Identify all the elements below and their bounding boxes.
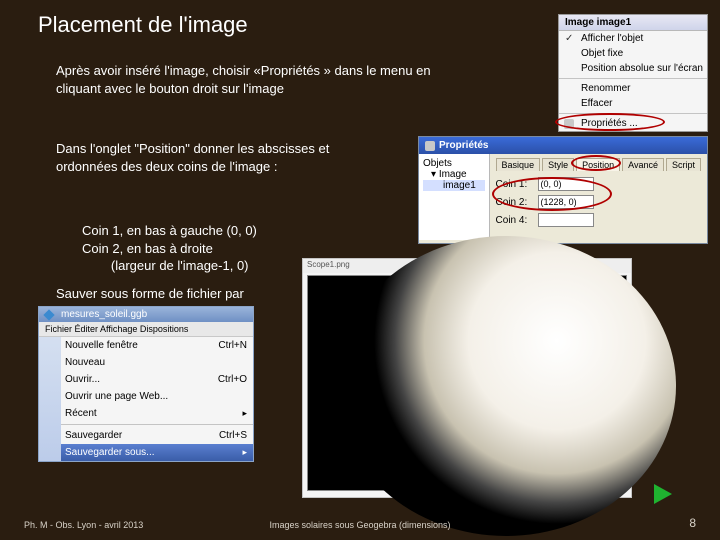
para1-a: Après avoir inséré l'image, choisir « xyxy=(56,63,261,78)
menubar[interactable]: Fichier Éditer Affichage Dispositions xyxy=(39,322,253,337)
gear-icon xyxy=(425,141,435,151)
menu-item-sauvegarder[interactable]: SauvegarderCtrl+S xyxy=(61,427,253,444)
properties-tabs: Basique Style Position Avancé Script xyxy=(496,158,701,171)
paragraph-save: Sauver sous forme de fichier par xyxy=(56,286,244,301)
tab-style[interactable]: Style xyxy=(542,158,574,171)
tab-basique[interactable]: Basique xyxy=(496,158,541,171)
tab-position[interactable]: Position xyxy=(576,158,620,171)
coin4-input[interactable] xyxy=(538,213,594,227)
ctx-item-effacer[interactable]: Effacer xyxy=(559,96,707,111)
paragraph-insert-image: Après avoir inséré l'image, choisir «Pro… xyxy=(56,62,456,97)
file-menu-title: mesures_soleil.ggb xyxy=(39,307,253,322)
footer-title: Images solaires sous Geogebra (dimension… xyxy=(0,520,720,530)
slide-title: Placement de l'image xyxy=(38,12,248,38)
coin2-row: Coin 2: xyxy=(496,195,701,209)
tree-node[interactable]: ▾ Image xyxy=(423,169,485,180)
properties-title-text: Propriétés xyxy=(439,140,488,151)
properties-titlebar: Propriétés xyxy=(419,137,707,154)
ctx-separator xyxy=(559,78,707,79)
para1-key: Propriétés xyxy=(261,63,320,78)
ctx-item-renommer[interactable]: Renommer xyxy=(559,81,707,96)
solar-image-panel: Scope1.png xyxy=(302,258,632,498)
tab-script[interactable]: Script xyxy=(666,158,701,171)
context-menu: Image image1 Afficher l'objet Objet fixe… xyxy=(558,14,708,132)
ctx-item-proprietes[interactable]: Propriétés ... xyxy=(559,116,707,131)
properties-panel: Propriétés Objets ▾ Image image1 Basique… xyxy=(418,136,708,244)
menu-item-ouvrir-web[interactable]: Ouvrir une page Web... xyxy=(61,388,253,405)
page-number: 8 xyxy=(689,516,696,530)
app-icon xyxy=(43,309,54,320)
menu-item-nouveau[interactable]: Nouveau xyxy=(61,354,253,371)
menu-item-recent[interactable]: Récent xyxy=(61,405,253,422)
tree-leaf[interactable]: image1 xyxy=(423,180,485,191)
highlight-circle-icon xyxy=(555,113,665,131)
context-menu-title: Image image1 xyxy=(559,15,707,31)
paragraph-position-tab: Dans l'onglet "Position" donner les absc… xyxy=(56,140,366,175)
tab-avance[interactable]: Avancé xyxy=(622,158,664,171)
object-tree: Objets ▾ Image image1 xyxy=(419,154,490,240)
ctx-item-position-absolue[interactable]: Position absolue sur l'écran xyxy=(559,61,707,76)
highlight-circle-icon xyxy=(571,155,621,171)
ctx-item-objet-fixe[interactable]: Objet fixe xyxy=(559,46,707,61)
menu-item-ouvrir[interactable]: Ouvrir...Ctrl+O xyxy=(61,371,253,388)
play-icon[interactable] xyxy=(654,484,672,504)
sun-limb xyxy=(336,236,676,536)
coin4-label: Coin 4: xyxy=(496,215,532,226)
highlight-circle-icon xyxy=(492,177,612,211)
file-menu-window: mesures_soleil.ggb Fichier Éditer Affich… xyxy=(38,306,254,462)
coin-1-line: Coin 1, en bas à gauche (0, 0) xyxy=(82,222,382,240)
coin4-row: Coin 4: xyxy=(496,213,701,227)
tree-root: Objets xyxy=(423,158,485,169)
menu-item-nouvelle-fenetre[interactable]: Nouvelle fenêtreCtrl+N xyxy=(61,337,253,354)
ctx-item-afficher[interactable]: Afficher l'objet xyxy=(559,31,707,46)
menu-icon-strip xyxy=(39,337,61,461)
menu-separator xyxy=(61,424,253,425)
menu-item-sauvegarder-sous[interactable]: Sauvegarder sous... xyxy=(61,444,253,461)
solar-image xyxy=(307,275,627,491)
coin-2-line: Coin 2, en bas à droite xyxy=(82,240,382,258)
